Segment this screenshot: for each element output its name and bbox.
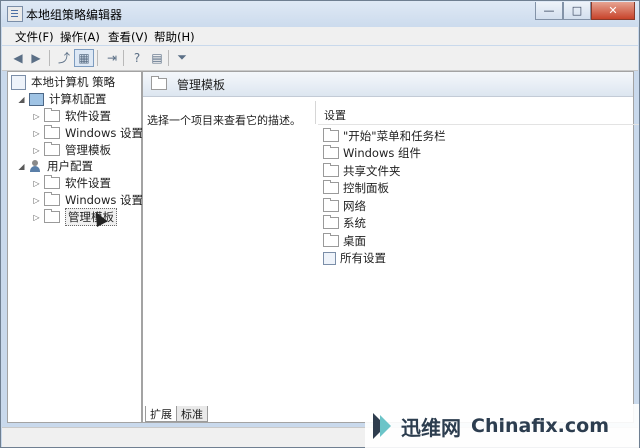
properties-icon[interactable]: ▤: [148, 49, 166, 66]
details-header: 管理模板: [143, 72, 633, 97]
list-item-label: "开始"菜单和任务栏: [343, 128, 446, 143]
column-header-setting[interactable]: 设置: [315, 101, 639, 125]
list-item-label: 共享文件夹: [343, 163, 401, 178]
folder-icon: [151, 76, 167, 90]
list-item[interactable]: Windows 组件: [323, 145, 446, 163]
list-item[interactable]: "开始"菜单和任务栏: [323, 127, 446, 145]
expand-icon[interactable]: ▷: [32, 129, 41, 138]
folder-icon: [323, 197, 339, 212]
menu-file[interactable]: 文件(F): [15, 29, 54, 45]
collapse-icon[interactable]: ◢: [17, 162, 26, 171]
user-icon: [29, 160, 42, 172]
list-item-label: 所有设置: [340, 251, 386, 266]
tree-item-label: Windows 设置: [65, 126, 143, 140]
tree-computer-admin-templates[interactable]: ▷ 管理模板: [32, 142, 111, 158]
tree-item-label: Windows 设置: [65, 193, 143, 207]
view-tabs: 扩展 标准: [145, 406, 208, 422]
tree-item-label: 软件设置: [65, 176, 111, 190]
up-icon[interactable]: ⤴: [55, 49, 73, 66]
folder-icon: [44, 175, 60, 189]
list-item[interactable]: 共享文件夹: [323, 162, 446, 180]
details-title: 管理模板: [177, 77, 226, 92]
title-bar: 本地组策略编辑器 — □ ✕: [1, 1, 639, 25]
tree-user-windows[interactable]: ▷ Windows 设置: [32, 192, 143, 208]
folder-icon: [44, 209, 60, 223]
list-item-label: 网络: [343, 198, 366, 213]
toolbar: ◀ ▶ ⤴ ▦ ⇥ ? ▤ ⏷: [2, 46, 638, 71]
expand-icon[interactable]: ▷: [32, 179, 41, 188]
folder-icon: [323, 232, 339, 247]
list-item-label: 控制面板: [343, 181, 389, 196]
window-controls: — □ ✕: [535, 2, 635, 20]
list-item[interactable]: 控制面板: [323, 180, 446, 198]
collapse-icon[interactable]: ◢: [17, 95, 26, 104]
toolbar-separator: [123, 50, 124, 66]
toolbar-separator: [168, 50, 169, 66]
back-icon[interactable]: ◀: [9, 49, 27, 66]
watermark-brand-cn: 迅维网: [401, 415, 461, 440]
forward-icon[interactable]: ▶: [27, 49, 45, 66]
expand-icon[interactable]: ▷: [32, 196, 41, 205]
tab-standard[interactable]: 标准: [176, 406, 208, 422]
details-pane: 管理模板 选择一个项目来查看它的描述。 设置 "开始"菜单和任务栏 Window…: [142, 71, 639, 423]
show-tree-icon[interactable]: ▦: [74, 49, 94, 67]
list-item[interactable]: 网络: [323, 197, 446, 215]
all-settings-icon: [323, 251, 336, 265]
window-title: 本地组策略编辑器: [26, 8, 123, 22]
menu-view[interactable]: 查看(V): [108, 29, 148, 45]
list-item[interactable]: 系统: [323, 215, 446, 233]
description-text: 选择一个项目来查看它的描述。: [147, 114, 301, 127]
export-icon[interactable]: ⇥: [103, 49, 121, 66]
close-button[interactable]: ✕: [591, 2, 635, 20]
folder-icon: [323, 145, 339, 160]
maximize-button[interactable]: □: [563, 2, 591, 20]
tree-root-label: 本地计算机 策略: [31, 75, 116, 89]
app-icon: [7, 6, 23, 22]
tree-computer-config[interactable]: ◢ 计算机配置: [17, 91, 107, 107]
tree-item-label: 管理模板: [65, 143, 111, 157]
tab-extended[interactable]: 扩展: [145, 406, 177, 422]
tree-user-config[interactable]: ◢ 用户配置: [17, 158, 93, 174]
minimize-button[interactable]: —: [535, 2, 563, 20]
folder-icon: [323, 127, 339, 142]
toolbar-separator: [49, 50, 50, 66]
watermark: 迅维网 Chinafix.com: [365, 404, 639, 448]
tree-user-software[interactable]: ▷ 软件设置: [32, 175, 111, 191]
menu-action[interactable]: 操作(A): [60, 29, 100, 45]
list-item[interactable]: 所有设置: [323, 250, 446, 268]
list-item-label: Windows 组件: [343, 146, 421, 161]
computer-icon: [29, 92, 44, 106]
folder-icon: [323, 162, 339, 177]
folder-icon: [44, 125, 60, 139]
expand-icon[interactable]: ▷: [32, 213, 41, 222]
watermark-brand-en: Chinafix.com: [471, 415, 610, 437]
tree-computer-windows[interactable]: ▷ Windows 设置: [32, 125, 143, 141]
tree-computer-software[interactable]: ▷ 软件设置: [32, 108, 111, 124]
policy-icon: [11, 74, 26, 90]
folder-icon: [44, 142, 60, 156]
window: 本地组策略编辑器 — □ ✕ 文件(F) 操作(A) 查看(V) 帮助(H) ◀…: [0, 0, 640, 448]
menu-bar: 文件(F) 操作(A) 查看(V) 帮助(H): [2, 27, 638, 45]
settings-list: "开始"菜单和任务栏 Windows 组件 共享文件夹 控制面板 网络 系统 桌…: [323, 127, 446, 267]
console-tree: 本地计算机 策略 ◢ 计算机配置 ▷ 软件设置 ▷ Windows 设置 ▷ 管…: [7, 71, 143, 423]
list-item-label: 桌面: [343, 233, 366, 248]
tree-computer-label: 计算机配置: [49, 92, 107, 106]
tree-root[interactable]: 本地计算机 策略: [11, 74, 115, 90]
tree-user-label: 用户配置: [47, 159, 93, 173]
folder-icon: [323, 180, 339, 195]
folder-icon: [44, 192, 60, 206]
toolbar-separator: [97, 50, 98, 66]
list-item-label: 系统: [343, 216, 366, 231]
help-icon[interactable]: ?: [128, 49, 146, 66]
expand-icon[interactable]: ▷: [32, 146, 41, 155]
tree-item-label: 软件设置: [65, 109, 111, 123]
list-item[interactable]: 桌面: [323, 232, 446, 250]
menu-help[interactable]: 帮助(H): [154, 29, 195, 45]
folder-icon: [323, 215, 339, 230]
filter-icon[interactable]: ⏷: [173, 49, 191, 66]
expand-icon[interactable]: ▷: [32, 112, 41, 121]
folder-icon: [44, 108, 60, 122]
brand-logo-icon: [373, 413, 395, 439]
